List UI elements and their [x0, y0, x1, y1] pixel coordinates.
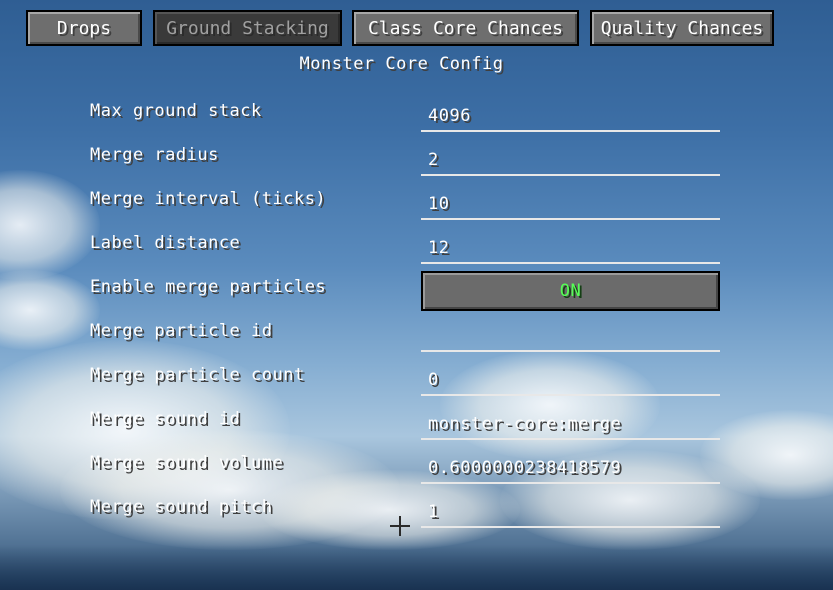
tab-quality-chances[interactable]: Quality Chances [590, 10, 774, 46]
label-merge-radius: Merge radius [90, 145, 219, 165]
tab-class-core-chances-label: Class Core Chances [367, 17, 564, 39]
tab-ground-stacking-label: Ground Stacking [166, 17, 329, 39]
merge-sound-pitch-input[interactable]: 1 [421, 496, 720, 528]
label-merge-sound-pitch: Merge sound pitch [90, 497, 273, 517]
tab-drops-label: Drops [56, 17, 112, 39]
crosshair-icon [390, 516, 410, 536]
merge-sound-id-input[interactable]: monster-core:merge [421, 408, 720, 440]
label-merge-interval: Merge interval (ticks) [90, 189, 327, 209]
max-ground-stack-input[interactable]: 4096 [421, 100, 720, 132]
tab-ground-stacking: Ground Stacking [153, 10, 342, 46]
merge-particle-id-input[interactable] [421, 320, 720, 352]
page-title: Monster Core Config [299, 54, 504, 74]
label-merge-sound-volume: Merge sound volume [90, 453, 284, 473]
label-label-distance: Label distance [90, 233, 241, 253]
tab-quality-chances-label: Quality Chances [600, 17, 764, 39]
merge-sound-volume-input[interactable]: 0.6000000238418579 [421, 452, 720, 484]
label-merge-particle-id: Merge particle id [90, 321, 273, 341]
toggle-state-label: ON [559, 281, 582, 301]
label-enable-merge-particles: Enable merge particles [90, 277, 327, 297]
label-merge-sound-id: Merge sound id [90, 409, 241, 429]
tab-drops[interactable]: Drops [26, 10, 142, 46]
merge-interval-input[interactable]: 10 [421, 188, 720, 220]
enable-merge-particles-toggle[interactable]: ON [421, 271, 720, 311]
tab-class-core-chances[interactable]: Class Core Chances [352, 10, 579, 46]
label-distance-input[interactable]: 12 [421, 232, 720, 264]
label-merge-particle-count: Merge particle count [90, 365, 305, 385]
merge-particle-count-input[interactable]: 0 [421, 364, 720, 396]
label-max-ground-stack: Max ground stack [90, 101, 262, 121]
merge-radius-input[interactable]: 2 [421, 144, 720, 176]
